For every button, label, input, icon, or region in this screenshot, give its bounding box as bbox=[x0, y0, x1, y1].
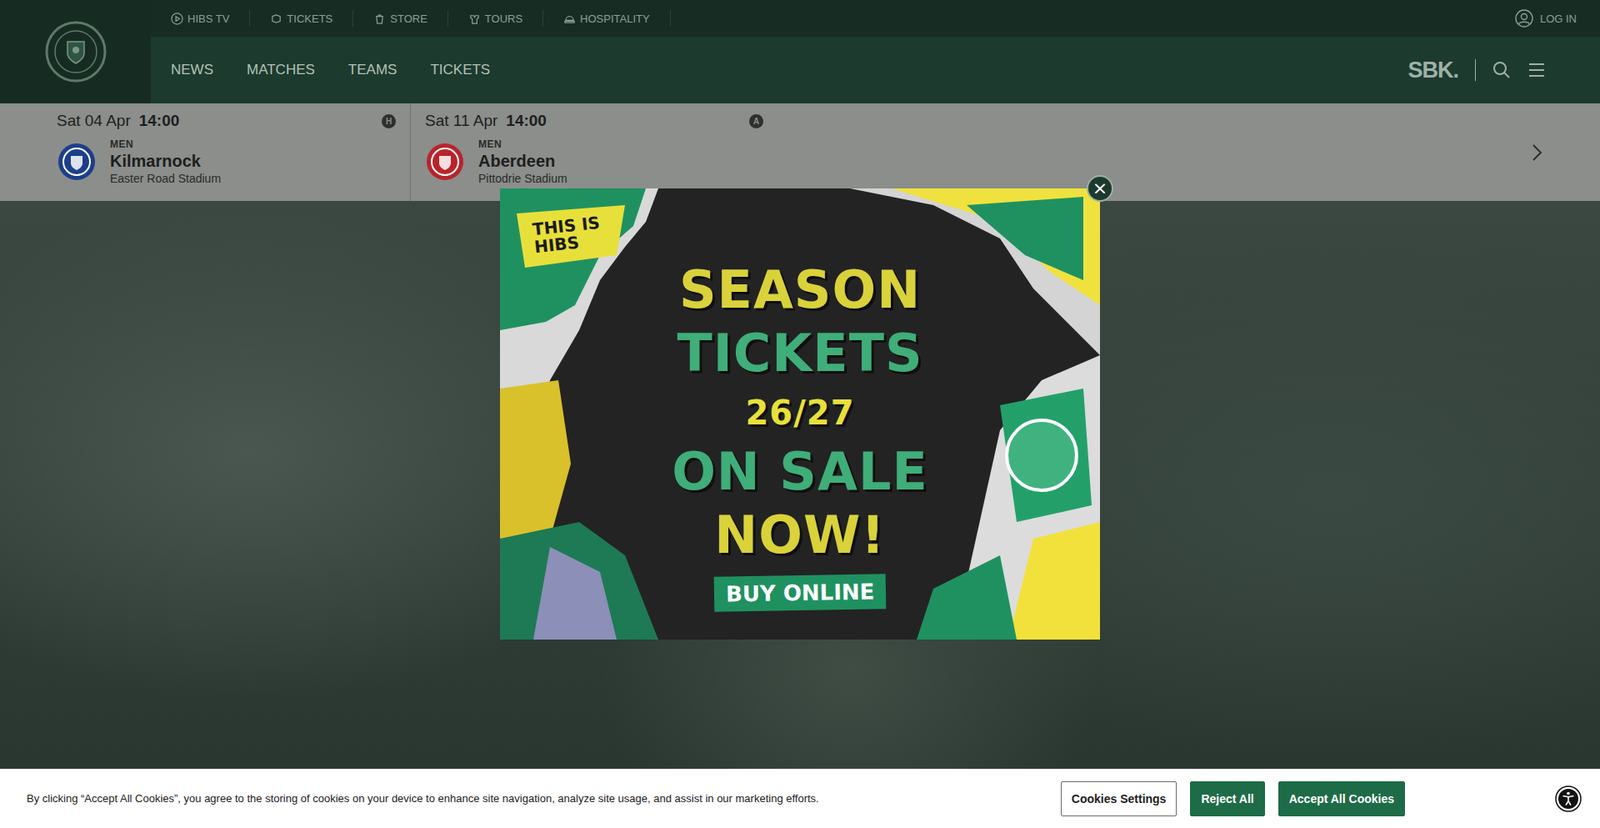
top-link[interactable]: TOURS bbox=[448, 10, 544, 27]
headline-line: SEASON bbox=[679, 258, 921, 322]
cookie-button[interactable]: Accept All Cookies bbox=[1278, 780, 1405, 816]
fixture-date: Sat 04 Apr bbox=[56, 111, 131, 130]
nav-item[interactable]: NEWS bbox=[170, 61, 214, 79]
venue-badge: A bbox=[749, 114, 764, 129]
cookie-banner: By clicking “Accept All Cookies”, you ag… bbox=[0, 768, 1600, 828]
fixture-category: MEN bbox=[478, 138, 568, 150]
sponsor-logo[interactable]: SBK. bbox=[1407, 57, 1459, 84]
cookie-button[interactable]: Reject All bbox=[1190, 780, 1265, 816]
fixture-stadium: Easter Road Stadium bbox=[110, 171, 221, 185]
top-link[interactable]: TICKETS bbox=[250, 10, 354, 27]
chevron-right-icon[interactable] bbox=[1530, 142, 1544, 163]
fixtures-strip: Sat 04 Apr14:00HMENKilmarnockEaster Road… bbox=[0, 103, 1600, 201]
fixture-time: 14:00 bbox=[505, 111, 547, 130]
nav-divider bbox=[1475, 59, 1476, 81]
fixture-time: 14:00 bbox=[139, 111, 180, 130]
fixture-stadium: Pittodrie Stadium bbox=[478, 171, 568, 185]
headline-line: ON SALE bbox=[671, 440, 929, 504]
team-crest-icon bbox=[425, 141, 465, 182]
main-nav: NEWS MATCHES TEAMS TICKETS SBK. bbox=[150, 36, 1600, 104]
fixture-opponent: Kilmarnock bbox=[110, 150, 221, 172]
buy-online-button[interactable]: BUY ONLINE bbox=[713, 573, 886, 612]
fixture-date: Sat 11 Apr bbox=[425, 111, 498, 130]
cookie-button[interactable]: Cookies Settings bbox=[1060, 780, 1178, 816]
headline-line: 26/27 bbox=[745, 385, 855, 440]
venue-badge: H bbox=[381, 114, 396, 129]
login-link[interactable]: LOG IN bbox=[1515, 9, 1577, 28]
team-crest-icon bbox=[56, 141, 97, 182]
top-bar: HIBS TVTICKETSSTORETOURSHOSPITALITY LOG I… bbox=[150, 0, 1600, 37]
top-link-icon bbox=[468, 12, 481, 25]
top-link-icon bbox=[563, 12, 576, 25]
top-link[interactable]: HIBS TV bbox=[150, 10, 250, 27]
user-icon bbox=[1515, 9, 1534, 28]
promo-content: THIS IS HIBS SEASONTICKETS26/27ON SALENOW… bbox=[500, 188, 1100, 640]
site-header: HIBS TVTICKETSSTORETOURSHOSPITALITYLOG I… bbox=[0, 0, 1600, 104]
cookie-text: By clicking “Accept All Cookies”, you ag… bbox=[26, 791, 1028, 805]
fixture-opponent: Aberdeen bbox=[478, 150, 568, 172]
headline-line: TICKETS bbox=[676, 321, 923, 385]
promo-tagline: THIS IS HIBS bbox=[531, 212, 619, 256]
fixture-category: MEN bbox=[110, 138, 221, 150]
top-link-icon bbox=[170, 12, 184, 25]
fixture-card[interactable]: Sat 04 Apr 14:00 H MENKilmarnockEaster Road… bbox=[42, 103, 410, 201]
fixture-card[interactable]: Sat 11 Apr 14:00 A MENAberdeenPittodrie Sta… bbox=[410, 103, 778, 201]
search-icon[interactable] bbox=[1492, 60, 1511, 80]
nav-item[interactable]: MATCHES bbox=[246, 61, 315, 79]
top-link[interactable]: HOSPITALITY bbox=[543, 10, 671, 27]
hibernian-crest-icon[interactable] bbox=[44, 20, 108, 84]
nav-item[interactable]: TICKETS bbox=[430, 61, 490, 79]
menu-icon[interactable] bbox=[1527, 60, 1546, 80]
promo-headline: SEASONTICKETS26/27ON SALENOW! bbox=[671, 258, 929, 567]
top-link-icon bbox=[270, 12, 283, 25]
headline-line: NOW! bbox=[714, 503, 885, 567]
top-link-icon bbox=[373, 12, 386, 25]
club-crest[interactable] bbox=[0, 0, 151, 104]
top-link[interactable]: STORE bbox=[353, 10, 449, 27]
close-button[interactable]: × bbox=[1086, 175, 1114, 202]
nav-item[interactable]: TEAMS bbox=[348, 61, 398, 79]
accessibility-icon[interactable] bbox=[1555, 785, 1582, 812]
page: HIBS TVTICKETSSTORETOURSHOSPITALITYLOG I… bbox=[0, 0, 1600, 828]
promo-modal: THIS IS HIBS SEASONTICKETS26/27ON SALENOW… bbox=[500, 188, 1100, 640]
